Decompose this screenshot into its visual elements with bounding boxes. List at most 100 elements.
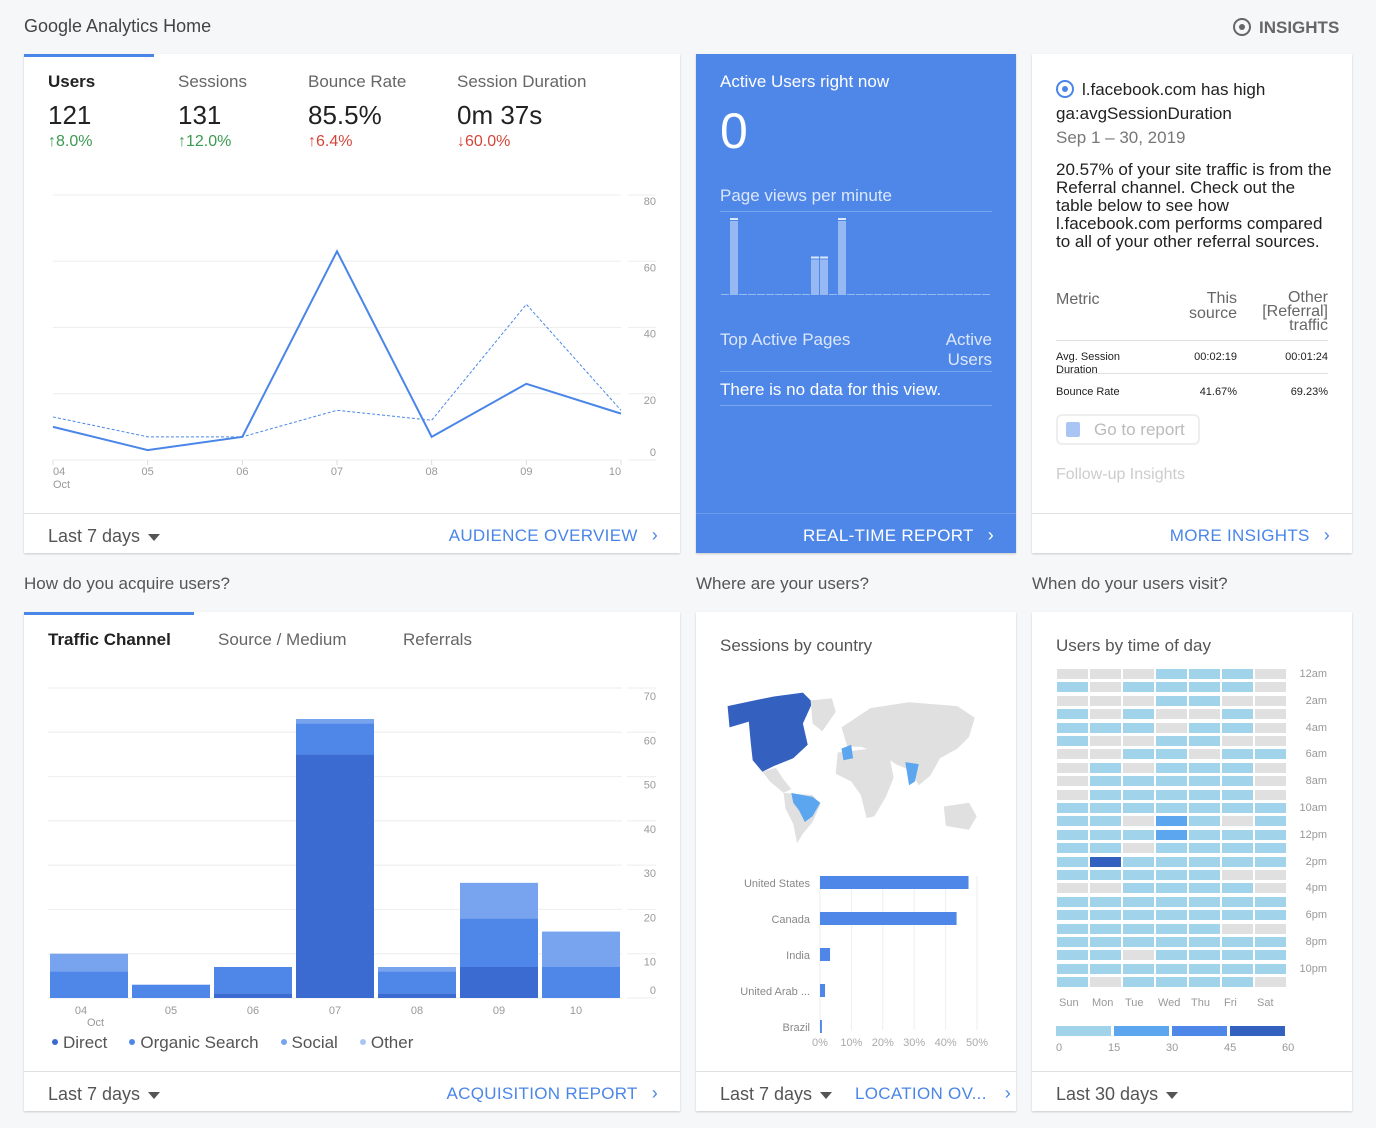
heatmap-cell <box>1255 856 1286 867</box>
caret-down-icon <box>1166 1091 1179 1099</box>
country-bar <box>820 1020 822 1033</box>
legend-label: Organic Search <box>140 1033 259 1052</box>
insight-body: 20.57% of your site traffic is from the … <box>1056 160 1332 251</box>
x-tick-label: 40% <box>935 1037 957 1049</box>
heatmap-cell <box>1189 870 1220 880</box>
heatmap-cell <box>1156 695 1187 706</box>
row-value: 00:02:19 <box>1194 351 1237 363</box>
heatmap-cell <box>1156 910 1187 921</box>
hour-label: 4pm <box>1305 882 1327 895</box>
chevron-right-icon: › <box>651 1083 658 1103</box>
hour-label: 12am <box>1299 668 1327 680</box>
y-tick-label: 50 <box>644 780 656 792</box>
heatmap-cell <box>1189 910 1220 921</box>
hour-label: 10pm <box>1299 962 1327 975</box>
y-tick-label: 40 <box>644 329 656 341</box>
pageview-bar-cap <box>820 256 828 259</box>
heatmap-cell <box>1090 896 1121 907</box>
acquisition-report-link[interactable]: ACQUISITION REPORT › <box>447 1083 658 1104</box>
date-range-dropdown[interactable]: Last 30 days <box>1056 1084 1179 1105</box>
x-tick-label: 08 <box>411 1005 423 1017</box>
heatmap-cell <box>1156 776 1187 787</box>
country-label: Canada <box>771 914 810 926</box>
time-footer: Last 30 days <box>1032 1071 1352 1111</box>
x-tick-label: 20% <box>872 1037 894 1049</box>
x-tick-label: 04 <box>75 1005 87 1017</box>
hour-label: 6pm <box>1305 909 1327 922</box>
realtime-card: Active Users right now 0 Page views per … <box>696 54 1016 553</box>
legend-swatch <box>1114 1026 1169 1036</box>
empty-message: There is no data for this view. <box>720 380 942 399</box>
heatmap-cell <box>1189 977 1220 988</box>
heatmap-cell <box>1222 950 1253 961</box>
go-to-report-button[interactable]: Go to report <box>1056 414 1200 445</box>
legend-swatch <box>1230 1026 1285 1036</box>
world-map <box>727 692 977 844</box>
audience-card: Users 121 ↑8.0% Sessions 131 ↑12.0% Bounce Rat… <box>24 54 680 553</box>
pageview-bar-cap <box>730 218 738 220</box>
heatmap-cell <box>1255 803 1286 813</box>
insight-headline: l.facebook.com has high ga:avgSessionDur… <box>1056 78 1336 126</box>
heatmap-cell <box>1057 883 1088 894</box>
heatmap-cell <box>1156 937 1187 947</box>
x-tick-label: 0% <box>812 1037 828 1049</box>
series-line-dashed <box>52 303 622 438</box>
heatmap-cell <box>1057 910 1088 921</box>
heatmap-cell <box>1156 963 1187 974</box>
location-overview-link[interactable]: LOCATION OV... › <box>855 1083 1011 1104</box>
time-section-title: When do your users visit? <box>1032 574 1228 593</box>
pageview-bar <box>883 294 891 295</box>
report-icon <box>1066 422 1080 437</box>
heatmap-cell <box>1057 963 1088 974</box>
pageview-bar <box>946 294 954 295</box>
heatmap-cell <box>1189 816 1220 827</box>
heatmap-cell <box>1255 896 1286 907</box>
heatmap-cell <box>1123 695 1154 706</box>
country-label: India <box>786 950 811 962</box>
heatmap-cell <box>1255 963 1286 974</box>
heatmap-cell <box>1222 709 1253 720</box>
heatmap-cell <box>1222 803 1253 813</box>
heatmap-cell <box>1057 950 1088 961</box>
heatmap-cell <box>1189 709 1220 720</box>
series-line-solid <box>52 249 622 452</box>
heatmap-cell <box>1189 803 1220 813</box>
x-tick-label: 50% <box>966 1037 988 1049</box>
date-range-dropdown[interactable]: Last 7 days <box>48 1084 161 1105</box>
time-of-day-card: Users by time of day 12am 2am 4am 6am 8am 10a… <box>1032 612 1352 1111</box>
realtime-footer: REAL-TIME REPORT › <box>696 513 1016 553</box>
legend-label: Other <box>370 1033 414 1052</box>
heatmap-cell <box>1123 829 1154 840</box>
y-tick-label: 20 <box>644 395 656 407</box>
legend-item: Direct <box>52 1033 107 1052</box>
heatmap-cell <box>1057 749 1088 760</box>
audience-overview-link[interactable]: AUDIENCE OVERVIEW › <box>449 525 658 546</box>
bar-social <box>50 953 128 972</box>
more-insights-link[interactable]: MORE INSIGHTS › <box>1170 525 1330 546</box>
pageview-bar <box>973 294 981 295</box>
bar-organic-search <box>460 918 538 967</box>
heatmap-cell <box>1255 789 1286 800</box>
heatmap-cell <box>1255 736 1286 746</box>
date-range-label: Last 7 days <box>720 1084 813 1104</box>
heatmap-cell <box>1255 709 1286 720</box>
insight-card: l.facebook.com has high ga:avgSessionDur… <box>1032 54 1352 553</box>
heatmap-cell <box>1255 923 1286 934</box>
caret-down-icon <box>820 1091 833 1099</box>
legend-tick-label: 60 <box>1282 1042 1295 1054</box>
insights-button[interactable]: INSIGHTS <box>1233 18 1339 38</box>
caret-down-icon <box>148 1091 161 1099</box>
heatmap-cell <box>1222 695 1253 706</box>
heatmap-cell <box>1057 736 1088 746</box>
realtime-report-link[interactable]: REAL-TIME REPORT › <box>803 525 994 546</box>
date-range-dropdown[interactable]: Last 7 days <box>48 526 161 547</box>
page-title: Google Analytics Home <box>24 16 212 36</box>
divider <box>720 211 992 212</box>
heatmap-cell <box>1090 736 1121 746</box>
y-tick-label: 10 <box>644 957 656 969</box>
x-tick-label: 09 <box>493 1005 505 1017</box>
date-range-dropdown[interactable]: Last 7 days <box>720 1084 833 1105</box>
row-value: 41.67% <box>1199 386 1237 398</box>
chevron-right-icon: › <box>1323 525 1330 545</box>
bar-direct <box>378 993 456 998</box>
